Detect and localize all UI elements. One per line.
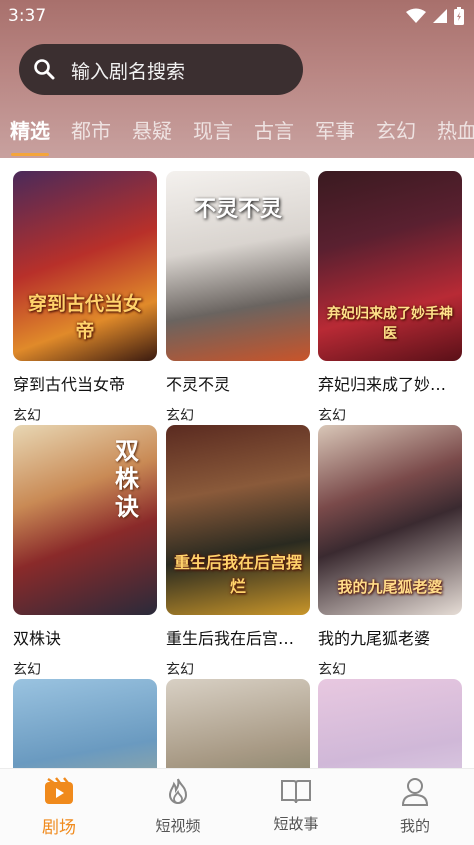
nav-label: 短故事 — [273, 815, 319, 833]
drama-title[interactable]: 双株诀 — [13, 625, 157, 649]
drama-grid: 穿到古代当女帝 穿到古代当女帝 玄幻 不灵不灵 不灵不灵 玄幻 弃妃归来成了妙手… — [0, 158, 474, 768]
drama-poster[interactable] — [318, 679, 462, 768]
drama-card[interactable] — [13, 679, 157, 768]
flame-icon — [168, 778, 188, 804]
wifi-icon — [406, 8, 426, 23]
drama-poster[interactable] — [166, 679, 310, 768]
drama-card[interactable] — [318, 679, 462, 768]
tab-urban[interactable]: 都市 — [71, 115, 111, 144]
tab-military[interactable]: 军事 — [315, 115, 355, 144]
drama-card[interactable]: 弃妃归来成了妙手神医 弃妃归来成了妙… 玄幻 — [318, 171, 462, 425]
battery-icon — [454, 7, 464, 25]
drama-card[interactable] — [166, 679, 310, 768]
drama-title[interactable]: 不灵不灵 — [166, 371, 310, 395]
bottom-nav: 剧场 短视频 短故事 我的 — [0, 768, 474, 845]
drama-title[interactable]: 穿到古代当女帝 — [13, 371, 157, 395]
drama-title[interactable]: 重生后我在后宫… — [166, 625, 310, 649]
drama-title[interactable]: 我的九尾狐老婆 — [318, 625, 462, 649]
drama-title[interactable]: 弃妃归来成了妙… — [318, 371, 462, 395]
header: 3:37 输入剧名搜索 精选 都市 悬疑 现言 古言 军事 玄幻 热血 — [0, 0, 474, 158]
status-time: 3:37 — [8, 6, 47, 26]
drama-card[interactable]: 我的九尾狐老婆 我的九尾狐老婆 玄幻 — [318, 425, 462, 679]
status-bar: 3:37 — [0, 0, 474, 34]
drama-genre-tag: 玄幻 — [13, 408, 41, 424]
category-tabs: 精选 都市 悬疑 现言 古言 军事 玄幻 热血 — [0, 108, 474, 156]
signal-icon — [433, 9, 447, 23]
nav-short-story[interactable]: 短故事 — [251, 777, 341, 834]
poster-title-art: 双株诀 — [115, 437, 139, 521]
poster-title-art: 不灵不灵 — [193, 197, 282, 222]
poster-title-art: 弃妃归来成了妙手神医 — [327, 306, 453, 342]
tab-action[interactable]: 热血 — [437, 115, 474, 144]
tab-modern-romance[interactable]: 现言 — [193, 115, 233, 144]
nav-mine[interactable]: 我的 — [370, 777, 460, 836]
poster-title-art: 重生后我在后宫摆烂 — [173, 553, 302, 596]
drama-genre-tag: 玄幻 — [318, 662, 346, 678]
drama-poster[interactable]: 不灵不灵 — [166, 171, 310, 361]
nav-label: 短视频 — [155, 817, 201, 835]
search-icon — [33, 58, 55, 84]
theater-icon — [45, 777, 73, 804]
drama-genre-tag: 玄幻 — [166, 662, 194, 678]
tab-fantasy[interactable]: 玄幻 — [376, 115, 416, 144]
nav-theater[interactable]: 剧场 — [14, 777, 104, 838]
drama-poster[interactable]: 弃妃归来成了妙手神医 — [318, 171, 462, 361]
drama-genre-tag: 玄幻 — [318, 408, 346, 424]
poster-title-art: 穿到古代当女帝 — [27, 293, 142, 342]
status-icons — [406, 7, 464, 25]
drama-poster[interactable]: 我的九尾狐老婆 — [318, 425, 462, 615]
nav-label: 剧场 — [42, 818, 76, 838]
nav-short-video[interactable]: 短视频 — [133, 777, 223, 836]
drama-genre-tag: 玄幻 — [166, 408, 194, 424]
poster-title-art: 我的九尾狐老婆 — [337, 578, 443, 596]
drama-poster[interactable]: 重生后我在后宫摆烂 — [166, 425, 310, 615]
tab-suspense[interactable]: 悬疑 — [132, 115, 172, 144]
search-placeholder: 输入剧名搜索 — [71, 61, 186, 83]
search-bar[interactable]: 输入剧名搜索 — [19, 44, 303, 95]
tab-ancient-romance[interactable]: 古言 — [254, 115, 294, 144]
drama-card[interactable]: 重生后我在后宫摆烂 重生后我在后宫… 玄幻 — [166, 425, 310, 679]
tab-featured[interactable]: 精选 — [10, 115, 50, 144]
drama-genre-tag: 玄幻 — [13, 662, 41, 678]
drama-poster[interactable]: 穿到古代当女帝 — [13, 171, 157, 361]
nav-label: 我的 — [399, 817, 430, 835]
book-icon — [281, 780, 311, 804]
active-tab-indicator — [11, 153, 49, 156]
drama-card[interactable]: 不灵不灵 不灵不灵 玄幻 — [166, 171, 310, 425]
drama-poster[interactable] — [13, 679, 157, 768]
drama-card[interactable]: 穿到古代当女帝 穿到古代当女帝 玄幻 — [13, 171, 157, 425]
person-icon — [401, 778, 429, 806]
drama-poster[interactable]: 双株诀 — [13, 425, 157, 615]
drama-card[interactable]: 双株诀 双株诀 玄幻 — [13, 425, 157, 679]
